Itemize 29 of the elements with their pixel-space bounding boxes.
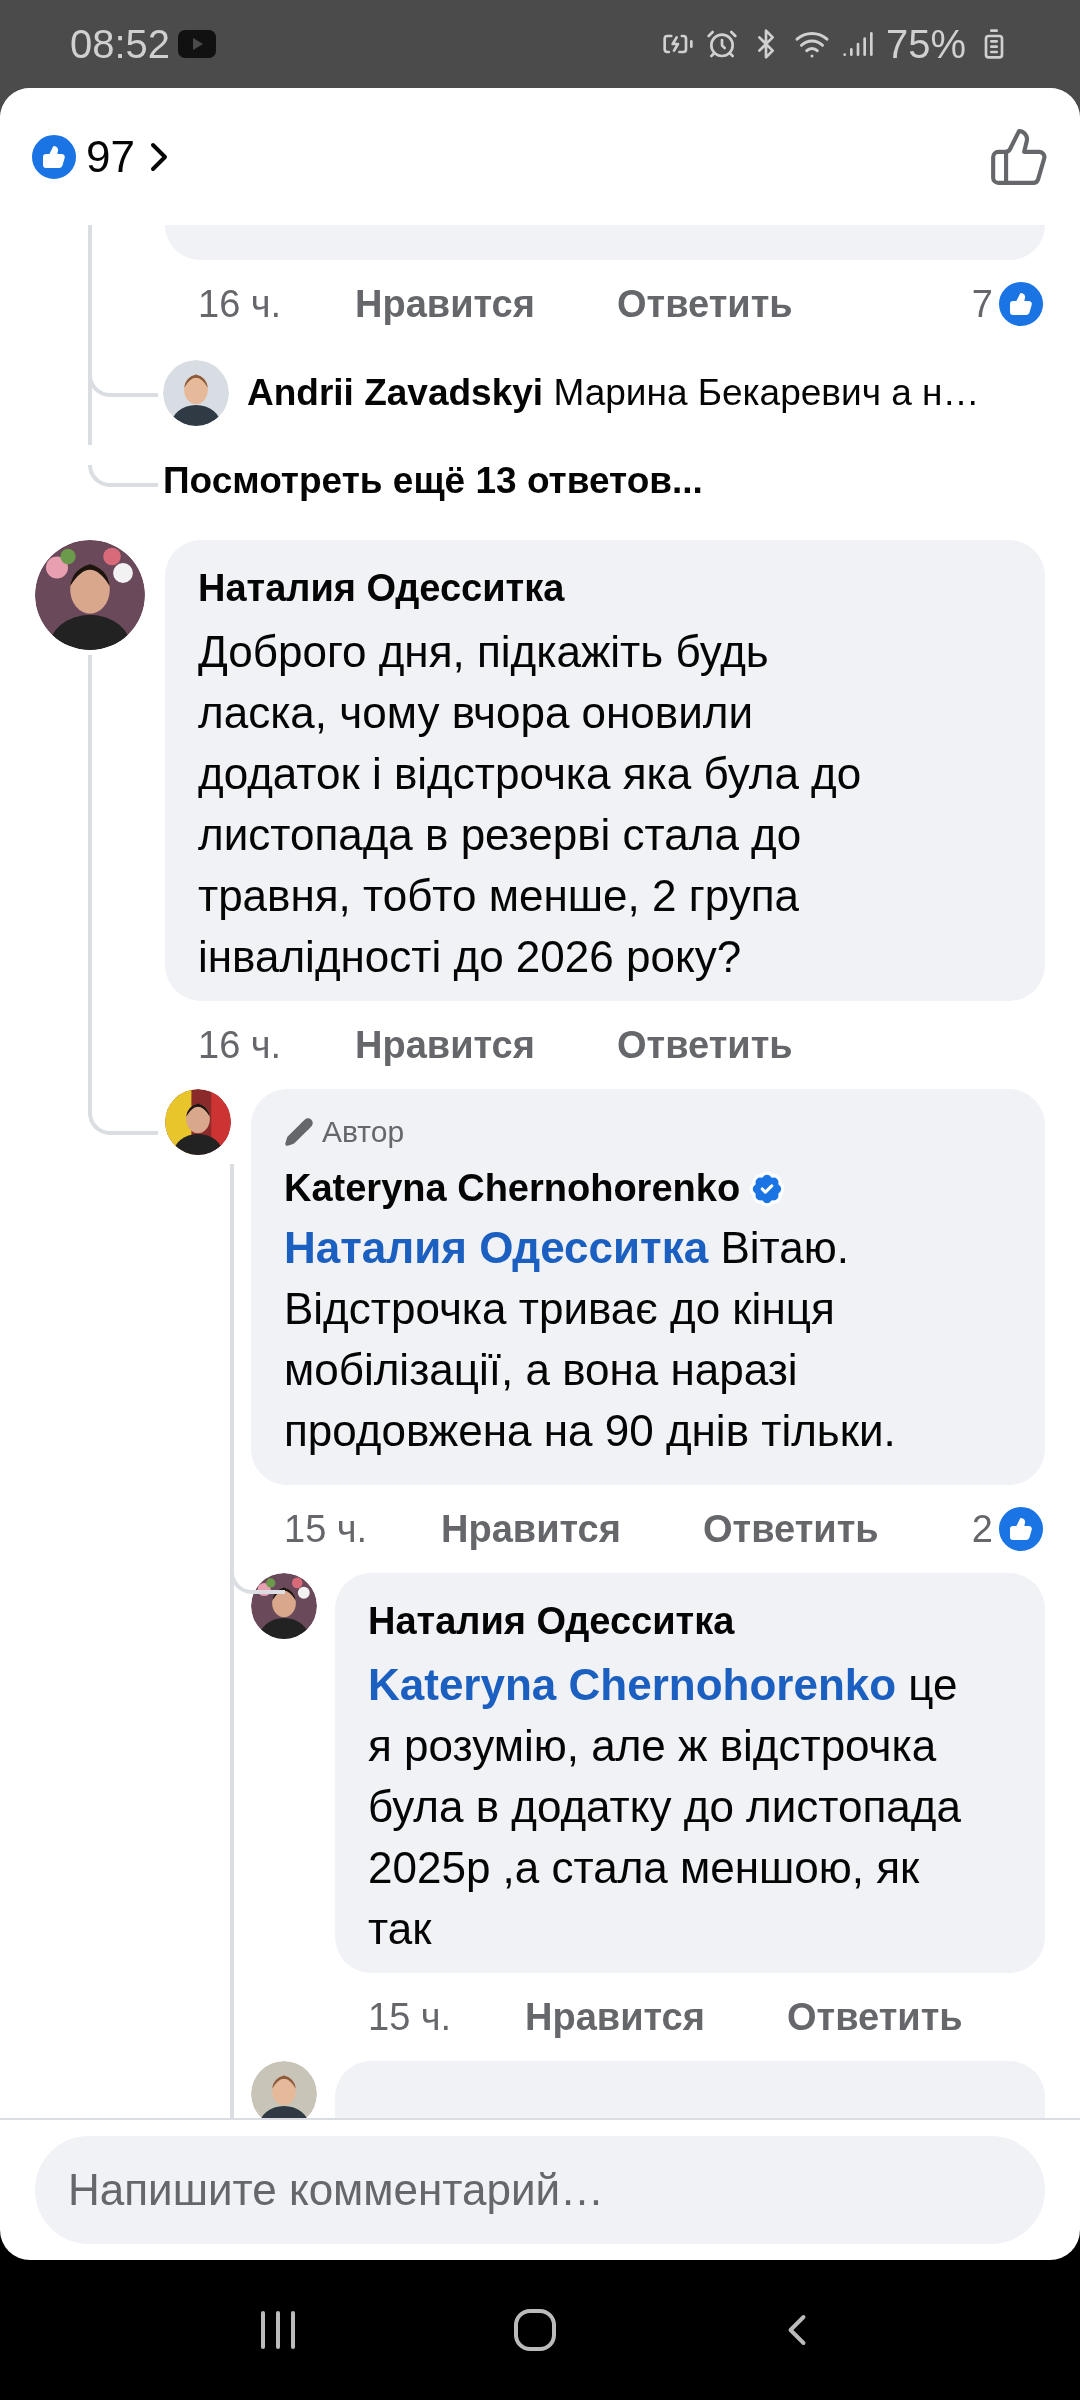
reply-link[interactable]: Ответить [787,1988,963,2046]
comment-time: 16 ч. [198,281,283,327]
reply-link[interactable]: Ответить [617,1016,793,1074]
reaction-count: 7 [971,281,993,327]
like-link[interactable]: Нравится [441,1500,703,1558]
comment-time: 15 ч. [368,1994,453,2040]
comment-text: Kateryna Chernohorenko це я розумію, але ж відстрочка була в додатку до листопада 2025р ,а стала меншою, як так [368,1659,962,1955]
comment-time: 15 ч. [284,1506,369,1552]
comment-text: Наталия Одесситка Вітаю. Відстрочка триває до кінця мобілізації, а вона наразі продовжена на 90 днів тільки. [284,1222,897,1457]
reaction-count: 97 [86,130,135,183]
like-link[interactable]: Нравится [355,1016,617,1074]
comment-time: 16 ч. [198,1022,283,1068]
reply-link[interactable]: Ответить [703,1500,879,1558]
comment-field[interactable]: Напишите комментарий… [35,2136,1045,2244]
author-label: Автор [322,1114,405,1150]
comment-text: Доброго дня, підкажіть будь ласка, чому вчора оновили додаток і відстрочка яка була до листопада в резерві стала до травня, тобто менше, 2 група інвалідності до 2026 року? [198,626,863,983]
author-name[interactable]: Kateryna Chernohorenko [284,1160,741,1217]
reaction-count: 2 [971,1506,993,1552]
like-link[interactable]: Нравится [355,275,617,333]
reply-link[interactable]: Ответить [617,275,793,333]
like-link[interactable]: Нравится [525,1988,787,2046]
mention-link[interactable]: Kateryna Chernohorenko [368,1660,897,1709]
battery-level: 75% [885,21,966,68]
author-name[interactable]: Наталия Одесситка [198,560,1012,617]
more-replies-link[interactable]: Посмотреть ещё 13 ответов... [163,438,703,523]
author-name[interactable]: Наталия Одесситка [368,1593,1012,1650]
mention-link[interactable]: Наталия Одесситка [284,1223,709,1272]
reply-preview[interactable]: Andrii Zavadskyi Марина Бекаревич а н… [247,365,980,421]
clock: 08:52 [70,21,171,68]
